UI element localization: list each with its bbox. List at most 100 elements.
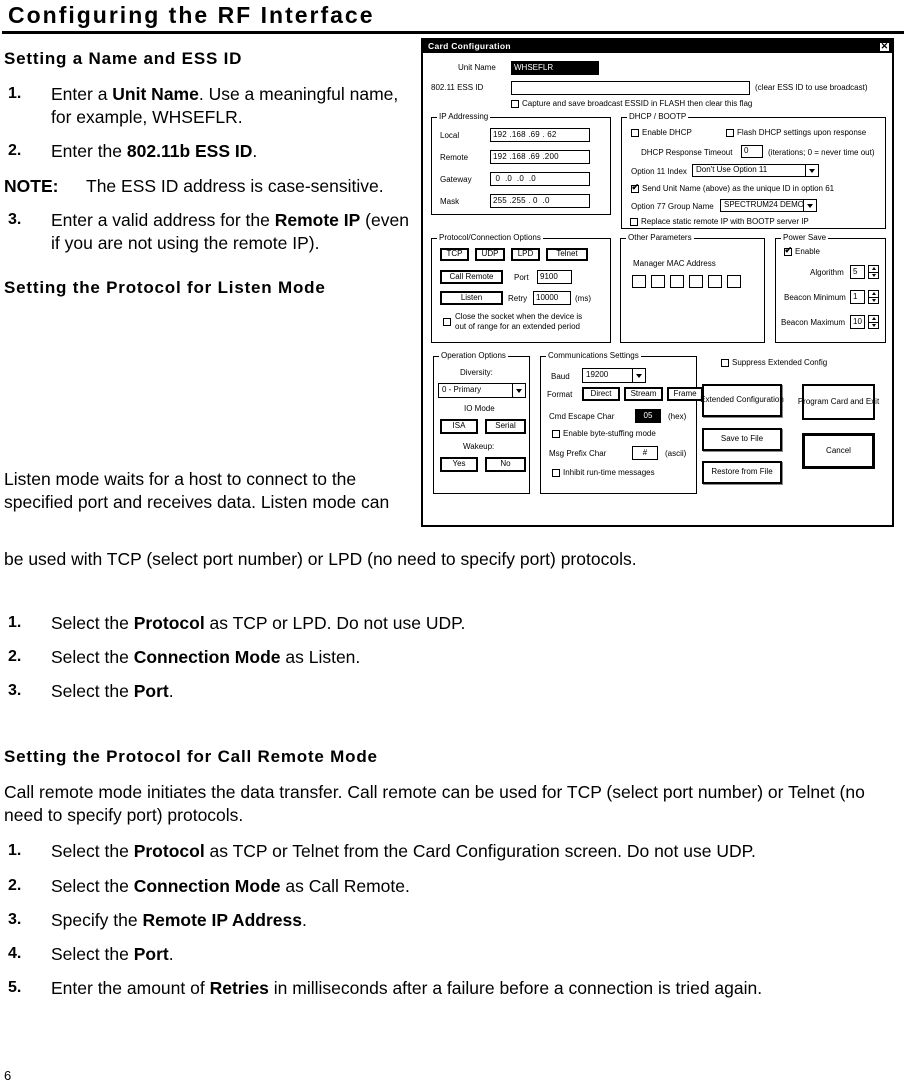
power-save-enable-checkbox[interactable]: Enable: [784, 246, 820, 257]
program-card-and-exit-button[interactable]: Program Card and Exit: [798, 384, 879, 420]
flash-dhcp-checkbox[interactable]: Flash DHCP settings upon response: [726, 128, 866, 138]
diversity-label: Diversity:: [460, 368, 493, 377]
diversity-dropdown[interactable]: 0 - Primary: [438, 383, 526, 398]
msg-prefix-char-units: (ascii): [665, 449, 687, 458]
stepper-down-icon[interactable]: [869, 273, 878, 279]
save-to-file-button[interactable]: Save to File: [702, 428, 782, 451]
port-input[interactable]: 9100: [537, 270, 572, 284]
ip-remote-input[interactable]: 192 . 168 . 69 . 200: [490, 150, 590, 164]
close-icon[interactable]: ✕: [879, 41, 890, 52]
beacon-minimum-input[interactable]: 1: [850, 290, 865, 304]
cmd-escape-char-input[interactable]: 05: [635, 409, 661, 423]
step-number: 3.: [8, 910, 22, 928]
stepper-down-icon[interactable]: [869, 298, 878, 304]
protocol-button-telnet[interactable]: Telnet: [546, 248, 588, 261]
ess-id-input[interactable]: [511, 81, 750, 95]
restore-from-file-button[interactable]: Restore from File: [702, 461, 782, 484]
checkbox-icon[interactable]: [726, 129, 734, 138]
unit-name-label: Unit Name: [458, 63, 496, 72]
checkbox-icon[interactable]: [630, 218, 638, 227]
retry-input[interactable]: 10000: [533, 291, 571, 305]
protocol-button-lpd[interactable]: LPD: [511, 248, 540, 261]
suppress-extended-config-checkbox[interactable]: Suppress Extended Config: [721, 358, 827, 368]
algorithm-input[interactable]: 5: [850, 265, 865, 279]
ip-gateway-input[interactable]: 0 .0 .0 .0: [490, 172, 590, 186]
msg-prefix-char-input[interactable]: #: [632, 446, 658, 460]
connection-mode-call-remote-button[interactable]: Call Remote: [440, 270, 503, 284]
octet: 200: [544, 151, 559, 161]
checkbox-icon[interactable]: [784, 246, 792, 257]
enable-dhcp-checkbox[interactable]: Enable DHCP: [631, 128, 692, 138]
left-column: Setting a Name and ESS ID 1. Enter a Uni…: [4, 48, 410, 312]
ess-id-hint: (clear ESS ID to use broadcast): [755, 83, 868, 92]
mac-octet-input[interactable]: [651, 275, 665, 288]
algorithm-stepper[interactable]: [868, 265, 879, 279]
capture-essid-checkbox[interactable]: Capture and save broadcast ESSID in FLAS…: [511, 99, 752, 109]
list-item: 2. Select the Connection Mode as Listen.: [4, 646, 902, 669]
chevron-down-icon[interactable]: [632, 369, 645, 382]
ip-remote-label: Remote: [440, 153, 469, 162]
checkbox-icon[interactable]: [552, 469, 560, 478]
baud-dropdown[interactable]: 19200: [582, 368, 646, 383]
format-direct-button[interactable]: Direct: [582, 387, 620, 401]
io-mode-isa-button[interactable]: ISA: [440, 419, 478, 434]
power-save-group: Power Save Enable Algorithm 5 Beacon Min…: [775, 233, 886, 343]
protocol-button-udp[interactable]: UDP: [475, 248, 505, 261]
ip-local-input[interactable]: 192 . 168 . 69 . 62: [490, 128, 590, 142]
octet: 192: [493, 129, 507, 139]
byte-stuffing-label: Enable byte-stuffing mode: [563, 429, 656, 438]
close-socket-checkbox[interactable]: Close the socket when the device is out …: [443, 312, 603, 332]
option11-dropdown[interactable]: Don't Use Option 11: [692, 164, 819, 177]
option77-dropdown[interactable]: SPECTRUM24 DEMO: [720, 199, 817, 212]
connection-mode-listen-button[interactable]: Listen: [440, 291, 503, 305]
cancel-button[interactable]: Cancel: [802, 433, 875, 469]
extended-configuration-button[interactable]: Extended Configuration: [700, 384, 784, 417]
chevron-down-icon[interactable]: [805, 165, 818, 176]
io-mode-serial-button[interactable]: Serial: [485, 419, 526, 434]
checkbox-icon[interactable]: [631, 129, 639, 138]
list-item: 1. Select the Protocol as TCP or LPD. Do…: [4, 612, 902, 635]
dhcp-bootp-caption: DHCP / BOOTP: [627, 112, 689, 122]
dhcp-timeout-input[interactable]: 0: [741, 145, 763, 158]
mac-octet-input[interactable]: [727, 275, 741, 288]
step-number: 3.: [8, 210, 22, 228]
wakeup-no-button[interactable]: No: [485, 457, 526, 472]
beacon-maximum-stepper[interactable]: [868, 315, 879, 329]
mac-octet-input[interactable]: [708, 275, 722, 288]
beacon-minimum-stepper[interactable]: [868, 290, 879, 304]
beacon-maximum-input[interactable]: 10: [850, 315, 865, 329]
step-text: Select the Protocol as TCP or LPD. Do no…: [51, 613, 466, 633]
stepper-down-icon[interactable]: [869, 323, 878, 329]
replace-static-ip-checkbox[interactable]: Replace static remote IP with BOOTP serv…: [630, 217, 809, 227]
list-item: 3. Specify the Remote IP Address.: [4, 909, 902, 932]
checkbox-icon[interactable]: [443, 318, 451, 326]
wakeup-yes-button[interactable]: Yes: [440, 457, 478, 472]
checkbox-icon[interactable]: [721, 359, 729, 368]
unit-name-input[interactable]: WHSEFLR: [511, 61, 599, 75]
enable-dhcp-label: Enable DHCP: [642, 128, 692, 137]
chevron-down-icon[interactable]: [512, 384, 525, 397]
mac-octet-input[interactable]: [670, 275, 684, 288]
inhibit-runtime-label: Inhibit run-time messages: [563, 468, 655, 477]
byte-stuffing-checkbox[interactable]: Enable byte-stuffing mode: [552, 429, 656, 439]
format-frame-button[interactable]: Frame: [667, 387, 703, 401]
step-number: 2.: [8, 648, 22, 666]
protocol-button-tcp[interactable]: TCP: [440, 248, 469, 261]
retry-label: Retry: [508, 294, 528, 303]
checkbox-icon[interactable]: [511, 100, 519, 109]
format-stream-button[interactable]: Stream: [624, 387, 663, 401]
inhibit-runtime-checkbox[interactable]: Inhibit run-time messages: [552, 468, 655, 478]
ip-mask-input[interactable]: 255 . 255 . 0 .0: [490, 194, 590, 208]
checkbox-icon[interactable]: [631, 183, 639, 194]
step-text: Select the Protocol as TCP or Telnet fro…: [51, 841, 756, 862]
mac-octet-input[interactable]: [632, 275, 646, 288]
step-number: 2.: [8, 142, 22, 160]
mac-octet-input[interactable]: [689, 275, 703, 288]
send-unit-name-checkbox[interactable]: Send Unit Name (above) as the unique ID …: [631, 183, 834, 194]
octet: 192: [493, 151, 507, 161]
algorithm-label: Algorithm: [810, 268, 844, 277]
paragraph: Listen mode waits for a host to connect …: [4, 469, 390, 513]
card-configuration-dialog: Card Configuration ✕ Unit Name WHSEFLR 8…: [421, 38, 894, 527]
checkbox-icon[interactable]: [552, 430, 560, 439]
chevron-down-icon[interactable]: [803, 200, 816, 211]
